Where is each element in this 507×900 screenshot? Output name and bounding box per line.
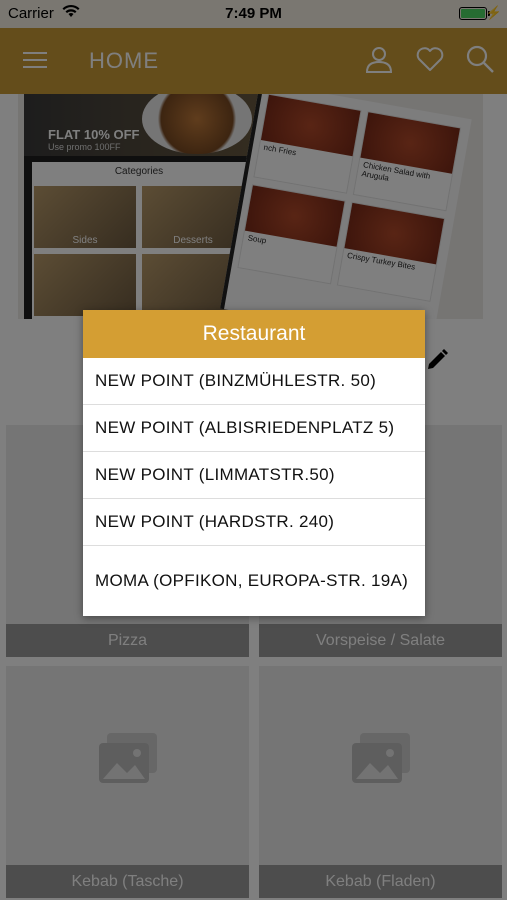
restaurant-option[interactable]: MOMA (OPFIKON, EUROPA-STR. 19A) [83, 546, 425, 615]
restaurant-option[interactable]: NEW POINT (LIMMATSTR.50) [83, 452, 425, 499]
restaurant-option[interactable]: NEW POINT (BINZMÜHLESTR. 50) [83, 358, 425, 405]
restaurant-option[interactable]: NEW POINT (ALBISRIEDENPLATZ 5) [83, 405, 425, 452]
restaurant-picker-dialog: Restaurant NEW POINT (BINZMÜHLESTR. 50) … [83, 310, 425, 616]
dialog-title: Restaurant [83, 310, 425, 358]
restaurant-option[interactable]: NEW POINT (HARDSTR. 240) [83, 499, 425, 546]
